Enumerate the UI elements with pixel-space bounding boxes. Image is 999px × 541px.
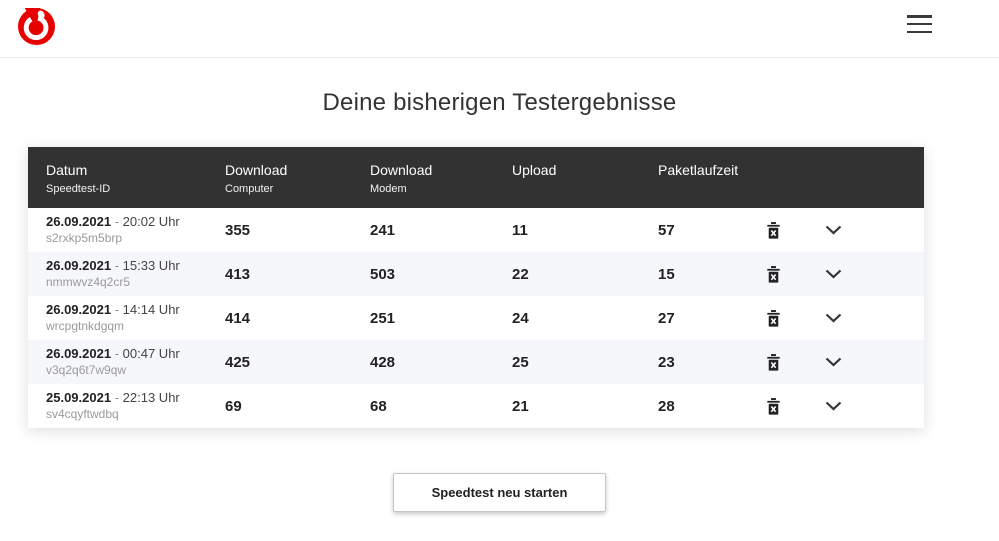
delete-result-button[interactable] — [760, 217, 786, 243]
speedtest-id: s2rxkp5m5brp — [46, 231, 123, 246]
cell-paketlaufzeit: 28 — [658, 397, 675, 415]
delete-result-button[interactable] — [760, 393, 786, 419]
date-time-separator: - — [114, 389, 123, 405]
chevron-down-icon — [825, 401, 841, 411]
hamburger-bar — [907, 22, 932, 26]
cell-paketlaufzeit: 27 — [658, 309, 675, 327]
chevron-down-icon — [825, 313, 841, 323]
date-time-separator: - — [114, 213, 123, 229]
cell-date-id: 26.09.2021 - 15:33 Uhr nmmwvz4q2cr5 — [46, 258, 225, 290]
table-row: 26.09.2021 - 14:14 Uhr wrcpgtnkdgqm 414 … — [28, 296, 924, 340]
speedtest-id: nmmwvz4q2cr5 — [46, 275, 131, 290]
cell-paketlaufzeit: 15 — [658, 265, 675, 283]
trash-delete-icon — [766, 265, 780, 283]
expand-row-button[interactable] — [820, 217, 846, 243]
result-time: 22:13 Uhr — [122, 389, 180, 405]
vodafone-speechmark-icon — [18, 8, 55, 45]
table-row: 26.09.2021 - 00:47 Uhr v3q2q6t7w9qw 425 … — [28, 340, 924, 384]
vodafone-logo[interactable] — [18, 8, 55, 45]
delete-result-button[interactable] — [760, 261, 786, 287]
cell-upload: 22 — [512, 265, 529, 283]
expand-row-button[interactable] — [820, 349, 846, 375]
delete-result-button[interactable] — [760, 349, 786, 375]
trash-delete-icon — [766, 221, 780, 239]
cell-download-modem: 68 — [370, 397, 387, 415]
result-date: 26.09.2021 — [46, 213, 112, 229]
page-title: Deine bisherigen Testergebnisse — [322, 89, 677, 116]
result-date: 26.09.2021 — [46, 301, 112, 317]
expand-row-button[interactable] — [820, 261, 846, 287]
restart-speedtest-button[interactable]: Speedtest neu starten — [392, 473, 607, 512]
results-table: Datum Speedtest-ID Download Computer Dow… — [28, 147, 924, 428]
column-header-paketlaufzeit: Paketlaufzeit — [658, 162, 739, 178]
speedtest-id: v3q2q6t7w9qw — [46, 363, 127, 378]
result-time: 15:33 Uhr — [122, 257, 180, 273]
result-date: 26.09.2021 — [46, 257, 112, 273]
chevron-down-icon — [825, 225, 841, 235]
table-row: 26.09.2021 - 15:33 Uhr nmmwvz4q2cr5 413 … — [28, 252, 924, 296]
result-time: 14:14 Uhr — [122, 301, 180, 317]
result-time: 00:47 Uhr — [122, 345, 180, 361]
cell-paketlaufzeit: 57 — [658, 221, 675, 239]
date-time-separator: - — [114, 345, 123, 361]
cell-date-id: 25.09.2021 - 22:13 Uhr sv4cqyftwdbq — [46, 390, 225, 422]
expand-row-button[interactable] — [820, 393, 846, 419]
cell-download-modem: 503 — [370, 265, 396, 283]
cell-download-computer: 413 — [225, 265, 251, 283]
cell-upload: 24 — [512, 309, 529, 327]
cell-download-computer: 425 — [225, 353, 251, 371]
table-row: 26.09.2021 - 20:02 Uhr s2rxkp5m5brp 355 … — [28, 208, 924, 252]
trash-delete-icon — [766, 353, 780, 371]
table-header-row: Datum Speedtest-ID Download Computer Dow… — [28, 147, 924, 208]
hamburger-menu-button[interactable] — [907, 14, 932, 34]
trash-delete-icon — [766, 309, 780, 327]
result-time: 20:02 Uhr — [122, 213, 180, 229]
date-time-separator: - — [114, 301, 123, 317]
table-row: 25.09.2021 - 22:13 Uhr sv4cqyftwdbq 69 6… — [28, 384, 924, 428]
column-header-upload: Upload — [512, 162, 557, 178]
expand-row-button[interactable] — [820, 305, 846, 331]
cell-download-computer: 69 — [225, 397, 242, 415]
column-header-download-modem: Download Modem — [370, 162, 433, 195]
column-header-download-computer: Download Computer — [225, 162, 288, 195]
cell-paketlaufzeit: 23 — [658, 353, 675, 371]
speedtest-id: sv4cqyftwdbq — [46, 407, 119, 422]
cell-download-modem: 251 — [370, 309, 396, 327]
chevron-down-icon — [825, 357, 841, 367]
result-date: 25.09.2021 — [46, 389, 112, 405]
trash-delete-icon — [766, 397, 780, 415]
top-navigation-bar — [0, 0, 999, 58]
date-time-separator: - — [114, 257, 123, 273]
cell-upload: 25 — [512, 353, 529, 371]
cell-date-id: 26.09.2021 - 20:02 Uhr s2rxkp5m5brp — [46, 214, 225, 246]
hamburger-bar — [907, 15, 932, 18]
cell-download-modem: 428 — [370, 353, 396, 371]
table-body: 26.09.2021 - 20:02 Uhr s2rxkp5m5brp 355 … — [28, 208, 924, 428]
cell-download-computer: 414 — [225, 309, 251, 327]
column-header-datum: Datum Speedtest-ID — [46, 162, 111, 195]
cell-download-computer: 355 — [225, 221, 251, 239]
delete-result-button[interactable] — [760, 305, 786, 331]
cell-date-id: 26.09.2021 - 00:47 Uhr v3q2q6t7w9qw — [46, 346, 225, 378]
result-date: 26.09.2021 — [46, 345, 112, 361]
chevron-down-icon — [825, 269, 841, 279]
speedtest-id: wrcpgtnkdgqm — [46, 319, 125, 334]
cell-upload: 21 — [512, 397, 529, 415]
cell-download-modem: 241 — [370, 221, 396, 239]
cell-date-id: 26.09.2021 - 14:14 Uhr wrcpgtnkdgqm — [46, 302, 225, 334]
cell-upload: 11 — [512, 221, 528, 239]
hamburger-bar — [907, 30, 932, 33]
